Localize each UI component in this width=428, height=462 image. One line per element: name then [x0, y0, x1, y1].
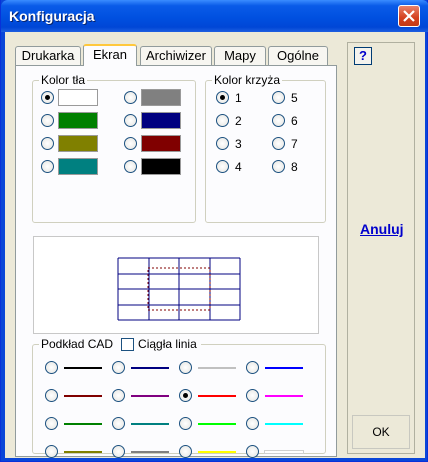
cross-color-option-label: 4 — [235, 160, 242, 174]
cad-line-radio[interactable] — [179, 417, 192, 430]
cross-color-option-label: 3 — [235, 137, 242, 151]
cad-line-sample — [64, 451, 102, 453]
background-color-radio[interactable] — [124, 114, 137, 127]
cross-color-option-label: 2 — [235, 114, 242, 128]
cad-line-radio[interactable] — [45, 389, 58, 402]
cad-line-radio[interactable] — [45, 361, 58, 374]
cad-line-sample — [131, 451, 169, 453]
tab-drukarka[interactable]: Drukarka — [15, 46, 81, 65]
cad-background-header: Podkład CAD Ciągła linia — [39, 337, 201, 351]
dialog-window: Konfiguracja Drukarka Ekran Archiwizer M… — [0, 0, 428, 462]
cad-line-sample — [265, 451, 303, 453]
background-color-swatch — [58, 158, 98, 175]
cross-color-option-label: 6 — [291, 114, 298, 128]
background-color-swatch — [141, 112, 181, 129]
cross-color-label: Kolor krzyża — [212, 73, 283, 87]
cad-line-radio[interactable] — [246, 445, 259, 458]
help-button[interactable]: ? — [354, 47, 372, 65]
background-color-radio[interactable] — [41, 160, 54, 173]
window-title: Konfiguracja — [9, 8, 95, 24]
background-color-swatch — [141, 89, 181, 106]
cad-line-sample — [64, 367, 102, 369]
cross-color-option-label: 7 — [291, 137, 298, 151]
cad-line-sample — [131, 367, 169, 369]
cad-line-sample — [64, 395, 102, 397]
cad-line-radio[interactable] — [45, 417, 58, 430]
cad-line-sample — [131, 423, 169, 425]
cad-line-sample — [198, 423, 236, 425]
background-color-label: Kolor tła — [39, 73, 88, 87]
cross-color-radio[interactable] — [216, 137, 229, 150]
help-icon: ? — [359, 48, 367, 63]
cross-color-radio[interactable] — [272, 114, 285, 127]
cad-line-radio[interactable] — [246, 361, 259, 374]
cad-line-sample — [265, 367, 303, 369]
background-color-group: Kolor tła — [32, 73, 196, 223]
cad-line-radio[interactable] — [45, 445, 58, 458]
cad-line-radio[interactable] — [112, 389, 125, 402]
cad-line-sample — [198, 367, 236, 369]
cad-line-radio[interactable] — [112, 417, 125, 430]
cad-background-group: Podkład CAD Ciągła linia — [32, 337, 326, 458]
cad-line-sample — [131, 395, 169, 397]
cad-line-radio[interactable] — [246, 417, 259, 430]
tab-ekran[interactable]: Ekran — [83, 44, 137, 66]
tab-panel-ekran: Kolor tła Kolor krzyża 1 2 3 4 5 6 7 8 Podkład … — [15, 65, 337, 458]
cross-color-group: Kolor krzyża 1 2 3 4 5 6 7 8 — [205, 73, 326, 223]
grid-preview — [33, 236, 319, 334]
cross-color-option-label: 1 — [235, 91, 242, 105]
background-color-swatch — [58, 135, 98, 152]
background-color-swatch — [58, 89, 98, 106]
tab-ogolne[interactable]: Ogólne — [268, 46, 328, 65]
cad-line-radio[interactable] — [112, 445, 125, 458]
dialog-client: Drukarka Ekran Archiwizer Mapy Ogólne Ko… — [5, 32, 425, 458]
background-color-radio[interactable] — [41, 91, 54, 104]
background-color-radio[interactable] — [124, 137, 137, 150]
background-color-radio[interactable] — [41, 114, 54, 127]
cross-color-radio[interactable] — [216, 160, 229, 173]
cad-line-radio[interactable] — [112, 361, 125, 374]
cross-color-radio[interactable] — [272, 160, 285, 173]
cad-line-sample — [198, 395, 236, 397]
close-icon — [403, 10, 415, 22]
cad-line-radio[interactable] — [179, 389, 192, 402]
cad-line-radio[interactable] — [246, 389, 259, 402]
cross-color-option-label: 8 — [291, 160, 298, 174]
grid-preview-drawing — [117, 257, 241, 321]
background-color-radio[interactable] — [124, 160, 137, 173]
cad-line-sample — [198, 451, 236, 453]
background-color-radio[interactable] — [41, 137, 54, 150]
background-color-radio[interactable] — [124, 91, 137, 104]
background-color-swatch — [141, 158, 181, 175]
solid-line-checkbox[interactable] — [121, 337, 135, 351]
cad-line-sample — [265, 395, 303, 397]
side-button-panel: ? Anuluj OK — [347, 42, 415, 454]
close-button[interactable] — [398, 5, 420, 27]
cad-line-radio[interactable] — [179, 361, 192, 374]
background-color-swatch — [58, 112, 98, 129]
title-bar: Konfiguracja — [1, 0, 428, 32]
cross-color-radio[interactable] — [216, 114, 229, 127]
cross-color-radio[interactable] — [216, 91, 229, 104]
cad-line-sample — [64, 423, 102, 425]
cross-color-option-label: 5 — [291, 91, 298, 105]
cad-background-label: Podkład CAD — [41, 337, 114, 351]
background-color-swatch — [141, 135, 181, 152]
solid-line-label: Ciągła linia — [138, 337, 197, 351]
tab-archiwizer[interactable]: Archiwizer — [140, 46, 212, 65]
cad-line-radio[interactable] — [179, 445, 192, 458]
cross-color-radio[interactable] — [272, 137, 285, 150]
tab-mapy[interactable]: Mapy — [214, 46, 266, 65]
ok-button[interactable]: OK — [352, 415, 410, 449]
cancel-link[interactable]: Anuluj — [360, 221, 404, 237]
cad-line-sample — [265, 423, 303, 425]
cross-color-radio[interactable] — [272, 91, 285, 104]
